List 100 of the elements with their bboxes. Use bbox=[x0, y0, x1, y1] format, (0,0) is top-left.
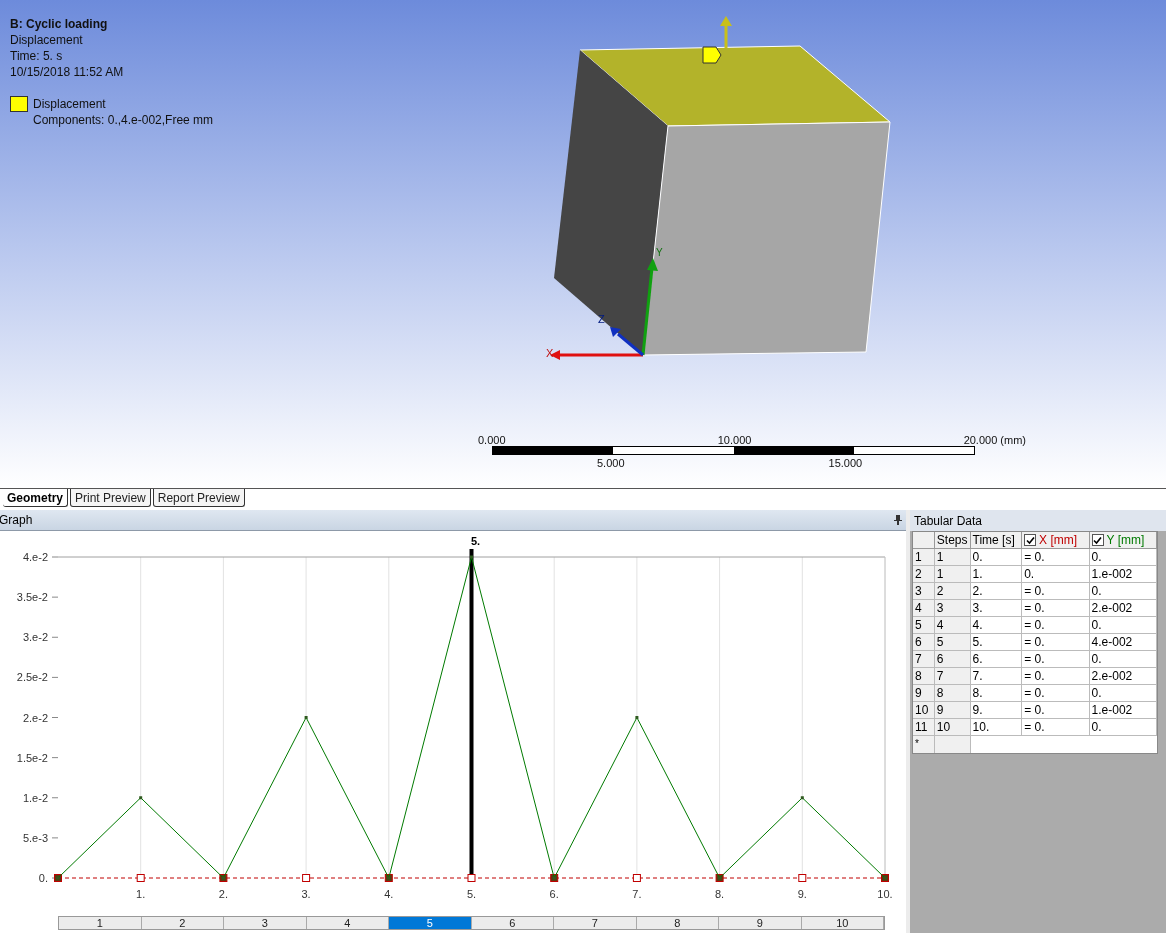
table-cell: = 0. bbox=[1022, 634, 1090, 651]
x-tick-label: 1. bbox=[136, 888, 146, 900]
y-axis-arrow-icon bbox=[641, 258, 658, 356]
table-cell: 7. bbox=[970, 668, 1023, 685]
table-cell: = 0. bbox=[1022, 583, 1090, 600]
row-header-cell: 9 bbox=[934, 702, 971, 719]
x-tick-label: 2. bbox=[218, 888, 228, 900]
table-cell: 2.e-002 bbox=[1089, 600, 1157, 617]
x-tick-label: 6. bbox=[549, 888, 559, 900]
view-tab[interactable]: Print Preview bbox=[70, 489, 151, 507]
step-button[interactable]: 10 bbox=[801, 917, 884, 929]
row-number: 11 bbox=[913, 719, 935, 736]
z-axis-label: Z bbox=[598, 313, 605, 325]
row-header-cell: 7 bbox=[934, 668, 971, 685]
data-point bbox=[136, 874, 145, 882]
data-point bbox=[798, 874, 807, 882]
legend-detail: Components: 0.,4.e-002,Free mm bbox=[33, 112, 214, 128]
row-number: 1 bbox=[913, 549, 935, 566]
step-button[interactable]: 5 bbox=[389, 917, 472, 929]
x-tick-label: 3. bbox=[301, 888, 311, 900]
data-point bbox=[139, 796, 143, 800]
pin-icon[interactable] bbox=[894, 515, 902, 525]
column-label: Y [mm] bbox=[1106, 532, 1145, 549]
row-header-cell: 4 bbox=[934, 617, 971, 634]
x-axis-label: X bbox=[546, 347, 554, 359]
x-tick-label: 7. bbox=[632, 888, 642, 900]
y-axis-label: Y bbox=[656, 247, 663, 258]
table-cell: 1.e-002 bbox=[1089, 566, 1157, 583]
table-cell: 6. bbox=[970, 651, 1023, 668]
step-button[interactable]: 9 bbox=[719, 917, 802, 929]
x-tick-label: 8. bbox=[715, 888, 725, 900]
column-label: Time [s] bbox=[972, 532, 1015, 549]
cube-drawing[interactable] bbox=[554, 45, 891, 356]
step-button[interactable]: 3 bbox=[224, 917, 307, 929]
row-number: 2 bbox=[913, 566, 935, 583]
scale-label: 10.000 bbox=[717, 433, 752, 446]
y-tick-label: 1.e-2 bbox=[22, 791, 48, 804]
row-header-cell: 10 bbox=[934, 719, 971, 736]
table-cell: 0. bbox=[1089, 549, 1157, 566]
view-tab[interactable]: Report Preview bbox=[152, 489, 245, 507]
table-cell: 9. bbox=[970, 702, 1023, 719]
scale-label: 20.000 (mm) bbox=[963, 433, 1026, 446]
x-tick-label: 10. bbox=[877, 888, 893, 900]
table-cell: = 0. bbox=[1022, 685, 1090, 702]
table-cell: 10. bbox=[970, 719, 1023, 736]
view-tab[interactable]: Geometry bbox=[3, 489, 69, 507]
row-header-cell: 5 bbox=[934, 634, 971, 651]
row-number: 3 bbox=[913, 583, 935, 600]
row-number: 10 bbox=[913, 702, 935, 719]
y-tick-label: 1.5e-2 bbox=[16, 751, 48, 764]
table-cell: 0. bbox=[970, 549, 1023, 566]
table-cell: = 0. bbox=[1022, 702, 1090, 719]
column-checkbox[interactable] bbox=[1024, 534, 1037, 546]
row-header-cell: 3 bbox=[934, 600, 971, 617]
column-label: X [mm] bbox=[1039, 532, 1078, 549]
table-cell: 0. bbox=[1022, 566, 1090, 583]
y-tick-label: 0. bbox=[38, 872, 48, 884]
data-point bbox=[635, 716, 639, 719]
y-tick-label: 3.e-2 bbox=[22, 631, 48, 644]
data-point bbox=[470, 555, 473, 559]
step-button[interactable]: 8 bbox=[636, 917, 719, 929]
step-button[interactable]: 7 bbox=[554, 917, 637, 929]
step-button[interactable]: 4 bbox=[306, 917, 389, 929]
table-cell: = 0. bbox=[1022, 617, 1090, 634]
scale-label: 15.000 bbox=[828, 456, 863, 469]
table-cell: 5. bbox=[970, 634, 1023, 651]
step-button[interactable]: 6 bbox=[471, 917, 554, 929]
y-tick-label: 4.e-2 bbox=[22, 551, 48, 563]
step-button[interactable]: 1 bbox=[59, 917, 142, 929]
table-cell: 2. bbox=[970, 583, 1023, 600]
row-number: 9 bbox=[913, 685, 935, 702]
table-cell: 4.e-002 bbox=[1089, 634, 1157, 651]
x-tick-label: 9. bbox=[797, 888, 807, 900]
table-cell: 1.e-002 bbox=[1089, 702, 1157, 719]
scale-label: 5.000 bbox=[597, 456, 625, 469]
viewport-info-text: Displacement bbox=[10, 32, 84, 48]
y-tick-label: 5.e-3 bbox=[22, 831, 48, 844]
viewport-info-text: Time: 5. s bbox=[10, 48, 64, 64]
analysis-title: B: Cyclic loading bbox=[10, 16, 109, 32]
table-cell: = 0. bbox=[1022, 668, 1090, 685]
table-cell: 4. bbox=[970, 617, 1023, 634]
row-number: 8 bbox=[913, 668, 935, 685]
step-button[interactable]: 2 bbox=[141, 917, 224, 929]
displacement-arrow-icon bbox=[720, 16, 732, 48]
panel-title: Tabular Data bbox=[914, 512, 983, 530]
y-tick-label: 3.5e-2 bbox=[16, 591, 48, 604]
y-tick-label: 2.e-2 bbox=[22, 711, 48, 724]
x-tick-label: 4. bbox=[384, 888, 394, 900]
table-cell: 0. bbox=[1089, 617, 1157, 634]
row-header-cell: 8 bbox=[934, 685, 971, 702]
table-cell: 0. bbox=[1089, 651, 1157, 668]
load-marker-icon bbox=[702, 46, 722, 64]
row-number: 5 bbox=[913, 617, 935, 634]
table-cell: 0. bbox=[1089, 685, 1157, 702]
viewport-info-text: 10/15/2018 11:52 AM bbox=[10, 64, 125, 80]
row-number: 6 bbox=[913, 634, 935, 651]
y-tick-label: 2.5e-2 bbox=[16, 671, 48, 684]
table-cell: 1. bbox=[970, 566, 1023, 583]
column-checkbox[interactable] bbox=[1091, 534, 1104, 546]
row-number: 7 bbox=[913, 651, 935, 668]
